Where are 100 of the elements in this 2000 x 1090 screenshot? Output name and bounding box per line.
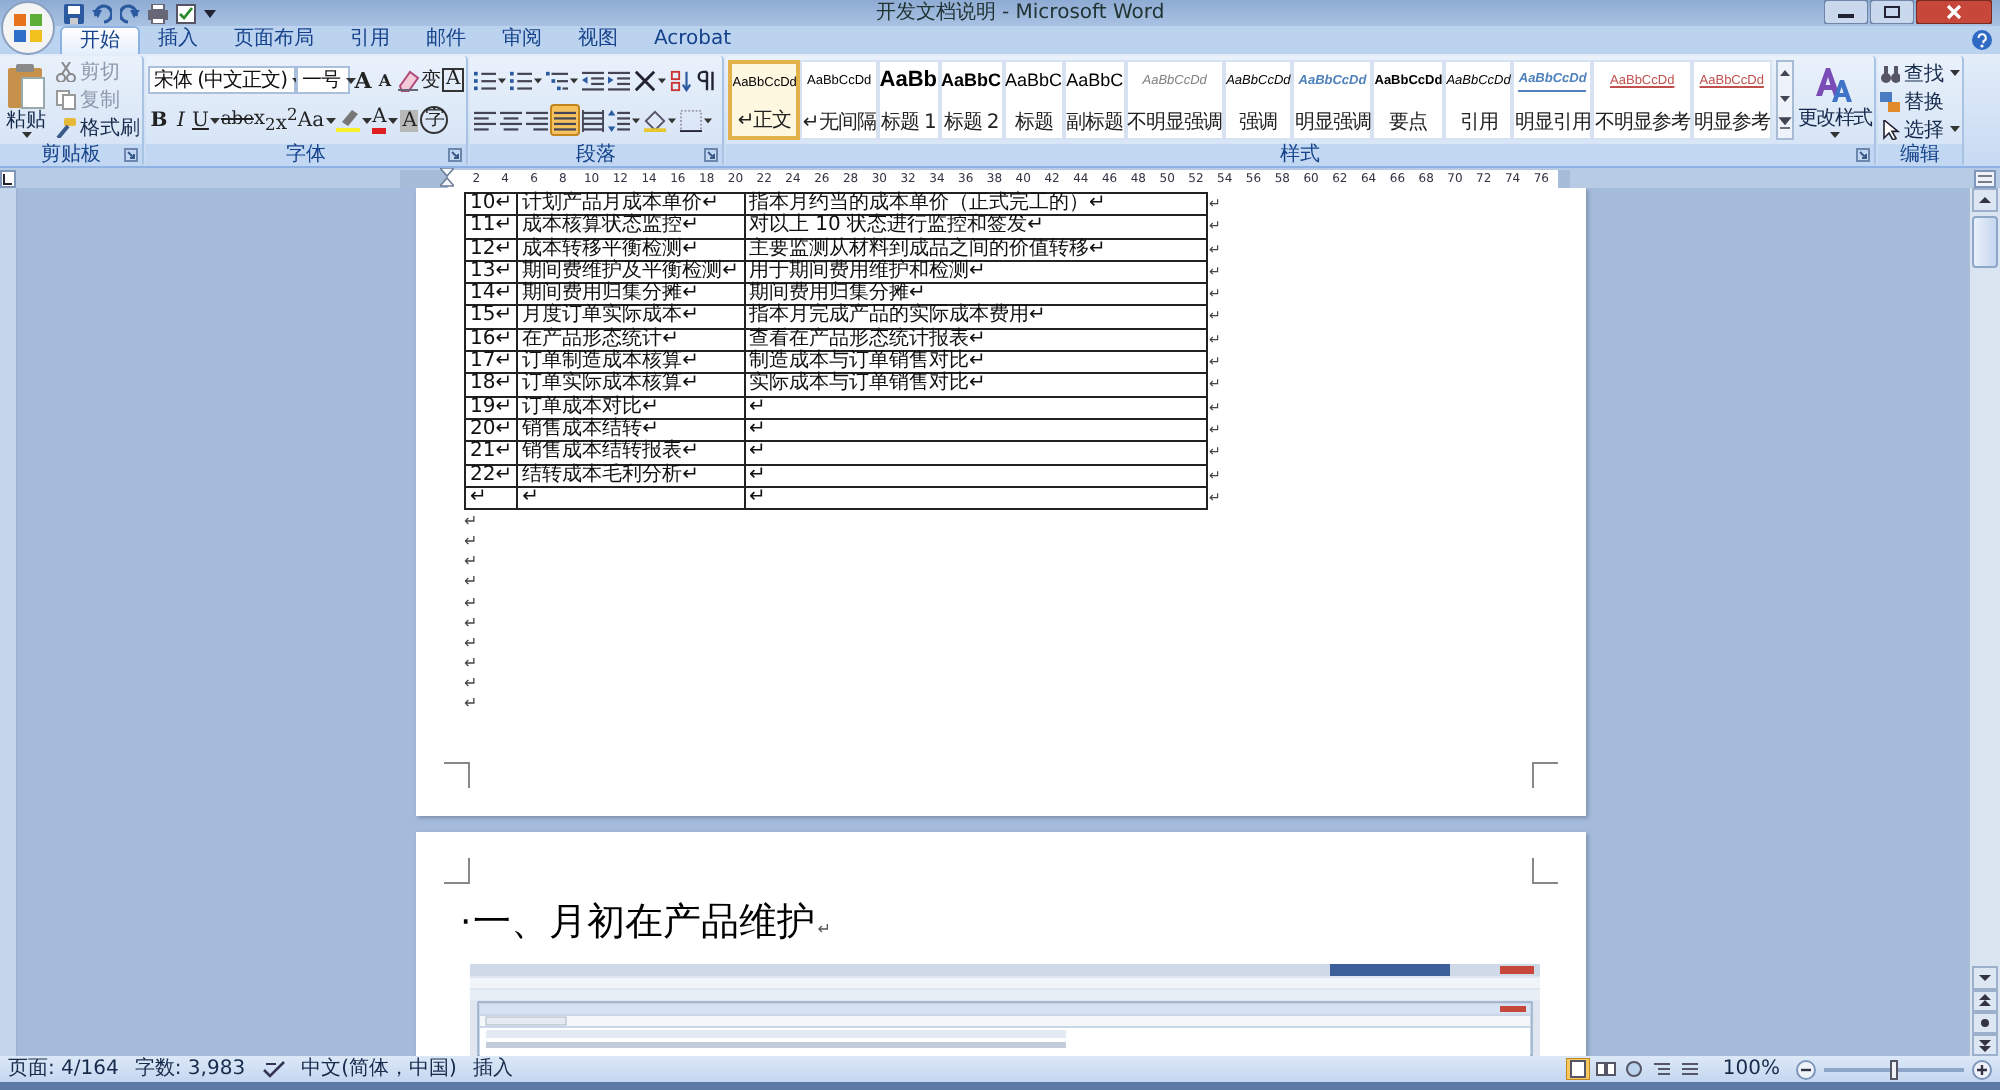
zoom-slider-thumb[interactable] xyxy=(1890,1059,1898,1079)
dialog-launcher-icon[interactable] xyxy=(704,148,719,162)
ribbon-tab[interactable]: 邮件 xyxy=(408,26,484,54)
undo-icon[interactable] xyxy=(92,3,112,23)
next-page-icon[interactable] xyxy=(1972,1034,1998,1056)
view-outline-icon[interactable] xyxy=(1650,1058,1675,1080)
highlighter-icon xyxy=(336,108,361,132)
align-left-icon[interactable] xyxy=(474,109,497,131)
ribbon-tab[interactable]: 开始 xyxy=(60,26,140,54)
view-print-icon[interactable] xyxy=(1566,1058,1591,1080)
scrollbar-thumb[interactable] xyxy=(1972,216,1998,268)
subscript-button[interactable]: x$_{2}$ xyxy=(253,104,276,136)
shading-icon[interactable] xyxy=(644,109,667,131)
ribbon-tab[interactable]: 插入 xyxy=(140,26,216,54)
dialog-launcher-icon[interactable] xyxy=(1855,148,1870,162)
printer-icon[interactable] xyxy=(148,3,168,23)
strikethrough-button[interactable]: abe xyxy=(220,104,254,136)
maximize-button[interactable] xyxy=(1870,0,1914,24)
enclose-character-button[interactable]: 字 xyxy=(420,104,449,136)
show-marks-icon[interactable] xyxy=(696,69,719,91)
language-status[interactable]: 中文(简体，中国) xyxy=(301,1057,457,1081)
ribbon-tab[interactable]: 引用 xyxy=(332,26,408,54)
previous-page-icon[interactable] xyxy=(1972,990,1998,1012)
caret-icon[interactable] xyxy=(498,77,507,83)
font-name-field[interactable]: 宋体 (中文正文) xyxy=(148,66,296,94)
paste-button[interactable]: 粘贴 xyxy=(2,58,50,144)
caret-icon[interactable] xyxy=(658,77,667,83)
view-web-icon[interactable] xyxy=(1622,1058,1647,1080)
increase-indent-icon[interactable] xyxy=(608,69,631,91)
help-icon[interactable] xyxy=(1972,30,1992,50)
table-cell: ↵ xyxy=(744,464,1206,487)
ribbon-tab[interactable]: 视图 xyxy=(560,26,636,54)
borders-icon[interactable] xyxy=(680,109,703,131)
sort-icon[interactable] xyxy=(670,69,693,91)
editing-action[interactable]: 替换 xyxy=(1879,88,1960,114)
style-option[interactable]: AaBbC 标题 xyxy=(1003,60,1065,140)
zoom-out-icon[interactable] xyxy=(1796,1059,1816,1079)
ribbon-tab[interactable]: 页面布局 xyxy=(216,26,332,54)
checkbox-icon[interactable] xyxy=(176,3,196,23)
clipboard-action[interactable]: 格式刷 xyxy=(56,114,140,140)
shrink-font-button[interactable]: A xyxy=(374,64,396,96)
underline-button[interactable]: U xyxy=(192,104,221,136)
proofing-icon[interactable] xyxy=(261,1059,286,1079)
dialog-launcher-icon[interactable] xyxy=(124,148,138,162)
phonetic-guide-button[interactable]: 变 xyxy=(420,64,442,96)
numbered-list-icon[interactable] xyxy=(510,69,533,91)
paragraph-mark: ↵ xyxy=(464,531,478,550)
font-color-button[interactable]: A xyxy=(372,104,399,136)
change-case-button[interactable]: Aa xyxy=(297,104,337,136)
line-spacing-icon[interactable] xyxy=(608,109,631,131)
caret-icon[interactable] xyxy=(570,77,579,83)
style-option[interactable]: AaBbC 标题 2 xyxy=(939,60,1004,140)
align-center-icon[interactable] xyxy=(500,109,523,131)
redo-icon[interactable] xyxy=(120,3,140,23)
highlight-button[interactable] xyxy=(336,104,373,136)
distributed-icon[interactable] xyxy=(582,109,605,131)
editing-action[interactable]: 查找 xyxy=(1879,60,1960,86)
caret-icon[interactable] xyxy=(534,77,543,83)
ribbon-tab[interactable]: 审阅 xyxy=(484,26,560,54)
bold-button[interactable]: B xyxy=(148,104,170,136)
character-border-button[interactable]: A xyxy=(442,64,465,96)
status-text[interactable]: 页面: 4/164 xyxy=(8,1057,119,1081)
character-shading-button[interactable]: A xyxy=(398,104,421,136)
dropdown-caret-icon[interactable] xyxy=(204,9,216,17)
gallery-scroll-icon[interactable] xyxy=(1775,60,1794,140)
asian-layout-icon[interactable] xyxy=(634,69,657,91)
italic-button[interactable]: I xyxy=(170,104,192,136)
view-read-icon[interactable] xyxy=(1594,1058,1619,1080)
scroll-up-icon[interactable] xyxy=(1972,188,1998,212)
clear-formatting-icon[interactable] xyxy=(396,68,420,92)
save-icon[interactable] xyxy=(64,3,84,23)
zoom-in-icon[interactable] xyxy=(1972,1059,1992,1079)
ribbon-tab[interactable]: Acrobat xyxy=(636,26,750,54)
view-draft-icon[interactable] xyxy=(1678,1058,1703,1080)
indent-marker-icon[interactable] xyxy=(440,167,454,187)
caret-icon[interactable] xyxy=(704,117,713,123)
style-option[interactable]: AaBb 标题 1 xyxy=(877,60,940,140)
change-styles-button[interactable]: 更改样式 xyxy=(1797,60,1872,138)
browse-object-icon[interactable] xyxy=(1972,1012,1998,1034)
multilevel-list-icon[interactable] xyxy=(546,69,569,91)
dialog-launcher-icon[interactable] xyxy=(448,148,463,162)
ruler-toggle-icon[interactable] xyxy=(1974,169,1996,187)
justify-icon[interactable] xyxy=(554,109,577,131)
font-size-field[interactable]: 一号 xyxy=(296,66,350,94)
minimize-button[interactable] xyxy=(1824,0,1868,24)
superscript-button[interactable]: x$^{2}$ xyxy=(275,104,298,136)
grow-font-button[interactable]: A xyxy=(352,64,374,96)
status-text[interactable]: 字数: 3,983 xyxy=(134,1057,246,1081)
scroll-down-icon[interactable] xyxy=(1972,966,1998,990)
tab-selector-icon[interactable] xyxy=(0,169,16,187)
caret-icon[interactable] xyxy=(668,117,677,123)
align-right-icon[interactable] xyxy=(526,109,549,131)
insert-mode-status[interactable]: 插入 xyxy=(472,1057,513,1081)
zoom-level[interactable]: 100% xyxy=(1722,1057,1780,1081)
caret-icon[interactable] xyxy=(632,117,641,123)
bullet-list-icon[interactable] xyxy=(474,69,497,91)
style-option[interactable]: AaBbC 副标题 xyxy=(1064,60,1126,140)
decrease-indent-icon[interactable] xyxy=(582,69,605,91)
close-button[interactable] xyxy=(1916,0,1992,24)
editing-action[interactable]: 选择 xyxy=(1879,116,1960,142)
